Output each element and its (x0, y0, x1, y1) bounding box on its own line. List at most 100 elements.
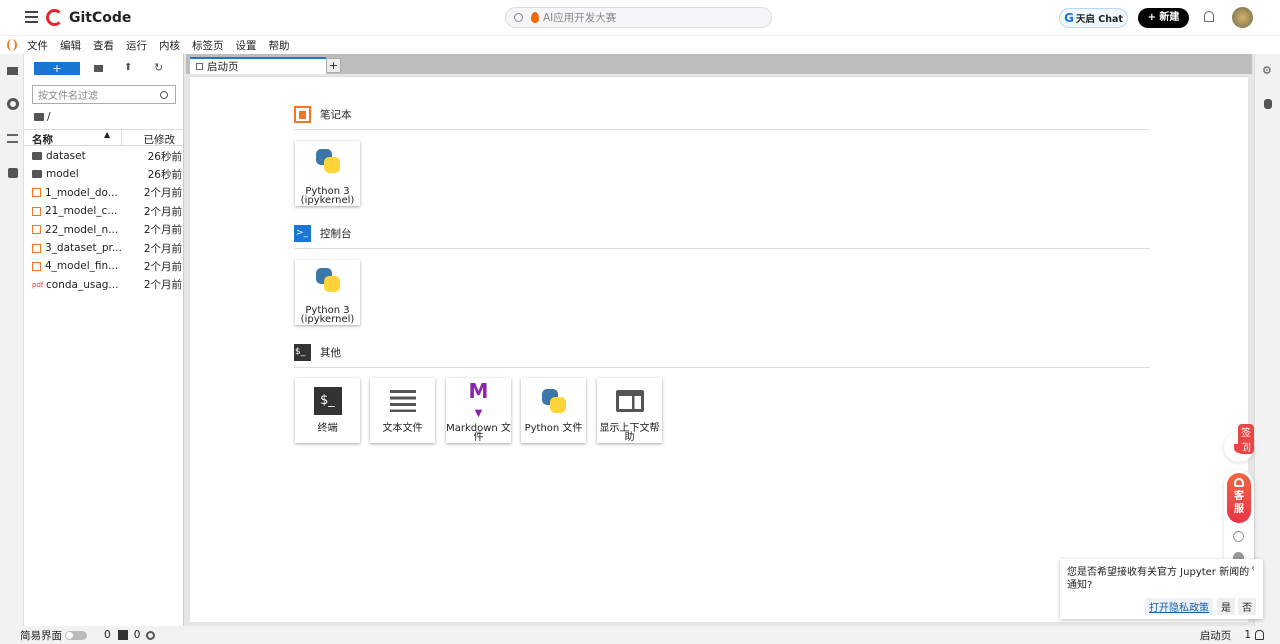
running-icon[interactable] (7, 98, 19, 110)
file-modified: 2个月前 (143, 279, 182, 292)
menu-file[interactable]: 文件 (27, 38, 48, 53)
folder-icon (32, 170, 42, 179)
file-modified: 26秒前 (147, 150, 182, 163)
simple-mode-label: 简易界面 (20, 629, 62, 642)
service-label: 客服 (1234, 491, 1244, 515)
right-sidebar: ⚙ (1254, 54, 1280, 626)
search-input[interactable]: AI应用开发大赛 (505, 7, 772, 28)
terminal-icon (117, 630, 128, 640)
card-python-file[interactable]: Python 文件 (521, 378, 586, 443)
card-context-help[interactable]: 显示上下文帮助 (597, 378, 662, 443)
column-modified[interactable]: 已修改 (144, 132, 176, 147)
file-name: conda_usag... (46, 278, 119, 291)
breadcrumb-path: / (47, 111, 51, 123)
folder-icon (34, 113, 44, 121)
menu-bar: 文件 编辑 查看 运行 内核 标签页 设置 帮助 (0, 36, 1280, 54)
tab-bar: 启动页 + (186, 54, 1252, 74)
yes-button[interactable]: 是 (1217, 598, 1235, 615)
menu-view[interactable]: 查看 (93, 38, 114, 53)
terminal-count[interactable]: 0 (104, 629, 111, 641)
card-label: Python 3 (ipykernel) (300, 305, 355, 325)
file-row[interactable]: pdf conda_usag... 2个月前 (32, 276, 182, 294)
simple-mode-toggle[interactable] (65, 630, 87, 640)
card-label: 终端 (317, 423, 338, 434)
context-help-icon (615, 390, 644, 412)
chat-label: 天启 Chat (1075, 14, 1123, 25)
filter-input[interactable]: 按文件名过滤 (32, 85, 176, 104)
floating-checkin[interactable]: 签到 (1224, 424, 1254, 462)
close-icon[interactable]: ‹ (1251, 563, 1255, 574)
refresh-icon[interactable]: ↻ (154, 61, 163, 74)
notebook-icon (32, 243, 41, 253)
new-folder-icon[interactable] (94, 65, 103, 72)
menu-help[interactable]: 帮助 (269, 38, 290, 53)
card-console-python3[interactable]: Python 3 (ipykernel) (295, 260, 360, 325)
kernel-count[interactable]: 0 (134, 629, 141, 641)
history-icon[interactable] (1233, 531, 1244, 542)
launcher-tab-icon (196, 63, 203, 70)
new-button[interactable]: + 新建 (1138, 8, 1189, 28)
file-name: 3_dataset_pr... (45, 242, 122, 254)
avatar[interactable] (1232, 7, 1253, 28)
active-tab-label: 启动页 (1199, 629, 1232, 642)
add-tab-button[interactable]: + (326, 58, 341, 73)
bell-icon[interactable] (1255, 630, 1264, 640)
file-row[interactable]: 1_model_do... 2个月前 (32, 184, 182, 202)
python-logo-icon (540, 387, 568, 415)
notebook-icon (32, 206, 41, 216)
menu-edit[interactable]: 编辑 (60, 38, 81, 53)
property-inspector-gears-icon[interactable]: ⚙ (1262, 64, 1272, 77)
headset-icon (1234, 478, 1244, 487)
bell-icon[interactable] (1204, 11, 1214, 22)
no-button[interactable]: 否 (1238, 598, 1256, 615)
notification-toast: 您是否希望接收有关官方 Jupyter 新闻的通知? ‹ 打开隐私政策 是 否 (1060, 559, 1263, 619)
file-row[interactable]: 21_model_c... 2个月前 (32, 202, 182, 220)
search-placeholder: AI应用开发大赛 (543, 12, 617, 24)
g-logo-icon: G (1064, 11, 1074, 25)
menu-run[interactable]: 运行 (126, 38, 147, 53)
card-terminal[interactable]: $_ 终端 (295, 378, 360, 443)
card-markdown-file[interactable]: M ▼ Markdown 文件 (446, 378, 511, 443)
menu-tabs[interactable]: 标签页 (192, 38, 224, 53)
file-row[interactable]: 3_dataset_pr... 2个月前 (32, 239, 182, 257)
tab-label: 启动页 (207, 61, 239, 73)
card-text-file[interactable]: 文本文件 (370, 378, 435, 443)
tianqi-chat-button[interactable]: G 天启 Chat (1059, 8, 1128, 28)
search-icon (160, 90, 168, 99)
new-launcher-button[interactable]: + (34, 62, 80, 75)
file-row[interactable]: dataset 26秒前 (32, 147, 182, 165)
file-name: 1_model_do... (45, 186, 118, 199)
file-modified: 2个月前 (143, 224, 182, 237)
file-name: 21_model_c... (45, 205, 118, 218)
section-other: $_ 其他 (294, 344, 341, 361)
privacy-policy-link[interactable]: 打开隐私政策 (1145, 598, 1213, 615)
file-row[interactable]: 22_model_n... 2个月前 (32, 221, 182, 239)
card-label: Python 文件 (524, 423, 583, 434)
card-notebook-python3[interactable]: Python 3 (ipykernel) (295, 141, 360, 206)
file-modified: 2个月前 (143, 242, 182, 255)
divider (294, 367, 1150, 368)
debugger-bug-icon[interactable] (1264, 99, 1272, 109)
file-name: dataset (46, 150, 86, 162)
column-name[interactable]: 名称 (32, 132, 53, 147)
file-list-header: 名称 ▲ 已修改 (24, 129, 183, 146)
breadcrumb[interactable]: / (34, 111, 51, 123)
markdown-icon: M ▼ (468, 378, 489, 419)
toc-list-icon[interactable] (7, 134, 18, 143)
menu-settings[interactable]: 设置 (236, 38, 257, 53)
sort-ascending-icon: ▲ (104, 130, 111, 139)
notification-count[interactable]: 1 (1244, 629, 1251, 641)
notification-text: 您是否希望接收有关官方 Jupyter 新闻的通知? (1067, 567, 1250, 591)
file-row[interactable]: 4_model_fin... 2个月前 (32, 257, 182, 275)
customer-service-button[interactable]: 客服 (1227, 473, 1251, 523)
terminal-icon: $_ (294, 344, 311, 361)
hamburger-menu-icon[interactable] (25, 11, 38, 23)
menu-kernel[interactable]: 内核 (159, 38, 180, 53)
tab-launcher[interactable]: 启动页 (190, 57, 326, 74)
folder-icon (32, 152, 42, 160)
file-row[interactable]: model 26秒前 (32, 165, 182, 183)
upload-icon[interactable]: ⬆ (124, 62, 132, 73)
extension-puzzle-icon[interactable] (8, 168, 18, 178)
card-label: 文本文件 (382, 423, 423, 434)
folder-icon[interactable] (7, 67, 18, 75)
